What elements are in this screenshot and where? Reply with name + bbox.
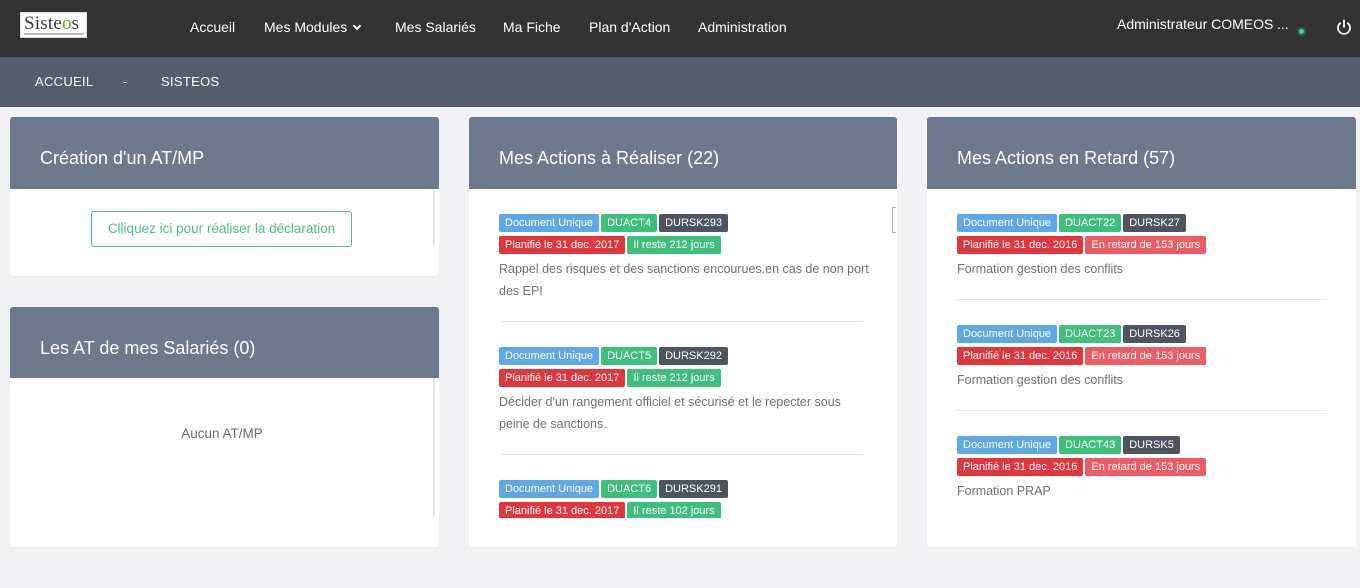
action-tags: Document Unique DUACT4 DURSK293 (499, 214, 730, 232)
panel-title: Mes Actions à Réaliser (22) (499, 148, 720, 168)
type-badge[interactable]: Document Unique (499, 347, 600, 365)
breadcrumb-home[interactable]: ACCUEIL (35, 74, 93, 89)
risk-code-badge[interactable]: DURSK293 (659, 214, 728, 232)
type-badge[interactable]: Document Unique (499, 214, 600, 232)
user-name[interactable]: Administrateur COMEOS (1117, 16, 1273, 32)
panel-title: Mes Actions en Retard (57) (957, 148, 1176, 168)
late-days-badge: En retard de 153 jours (1085, 236, 1207, 254)
action-dates: Planifié le 31 dec. 2017 Il reste 102 jou… (499, 502, 723, 518)
sisteos-logo[interactable]: Sisteos (20, 12, 87, 38)
nav-mes-salaries[interactable]: Mes Salariés (395, 19, 476, 35)
action-description: Décider d'un rangement officiel et sécur… (499, 395, 841, 431)
declare-button[interactable]: Clliquez ici pour réaliser la déclaratio… (91, 211, 352, 247)
panel-header: Mes Actions en Retard (57) (927, 117, 1356, 189)
action-code-badge[interactable]: DUACT23 (1059, 325, 1122, 343)
action-tags: Document Unique DUACT5 DURSK292 (499, 347, 730, 365)
late-actions-list[interactable]: Document Unique DUACT22 DURSK27 Planifié l… (927, 189, 1356, 547)
nav-accueil[interactable]: Accueil (190, 19, 235, 35)
action-tags: Document Unique DUACT43 DURSK5 (957, 436, 1182, 454)
panel-actions-en-retard: Mes Actions en Retard (57) Document Uniq… (927, 117, 1356, 547)
planned-date-badge: Planifié le 31 dec. 2016 (957, 236, 1084, 254)
action-dates: Planifié le 31 dec. 2017 Il reste 212 jou… (499, 236, 723, 254)
remaining-days-badge: Il reste 212 jours (627, 236, 721, 254)
action-dates: Planifié le 31 dec. 2017 Il reste 212 jou… (499, 369, 723, 387)
scrollbar[interactable] (433, 189, 435, 246)
action-code-badge[interactable]: DUACT22 (1059, 214, 1122, 232)
action-tags: Document Unique DUACT22 DURSK27 (957, 214, 1188, 232)
panel-body: Aucun AT/MP (10, 378, 439, 547)
divider (499, 321, 862, 322)
panel-title: Les AT de mes Salariés (0) (40, 338, 256, 358)
breadcrumb-separator: - (123, 74, 128, 89)
action-tags: Document Unique DUACT6 DURSK291 (499, 480, 730, 498)
planned-date-badge: Planifié le 31 dec. 2017 (499, 236, 626, 254)
action-code-badge[interactable]: DUACT43 (1059, 436, 1122, 454)
nav-mes-modules[interactable]: Mes Modules (264, 19, 362, 35)
scrollbar[interactable] (433, 378, 435, 517)
action-code-badge[interactable]: DUACT6 (601, 480, 658, 498)
type-badge[interactable]: Document Unique (957, 214, 1058, 232)
nav-ma-fiche[interactable]: Ma Fiche (503, 19, 561, 35)
panel-header: Mes Actions à Réaliser (22) (469, 117, 897, 189)
risk-code-badge[interactable]: DURSK292 (659, 347, 728, 365)
logo-underline (24, 33, 84, 35)
panel-title: Création d'un AT/MP (40, 148, 205, 168)
type-badge[interactable]: Document Unique (957, 436, 1058, 454)
risk-code-badge[interactable]: DURSK27 (1123, 214, 1186, 232)
panel-at-salaries: Les AT de mes Salariés (0) Aucun AT/MP (10, 307, 439, 547)
panel-body: Clliquez ici pour réaliser la déclaratio… (10, 189, 439, 276)
action-description: Rappel des risques et des sanctions enco… (499, 262, 869, 298)
risk-code-badge[interactable]: DURSK26 (1123, 325, 1186, 343)
panel-creation-atmp: Création d'un AT/MP Clliquez ici pour ré… (10, 117, 439, 276)
action-code-badge[interactable]: DUACT4 (601, 214, 658, 232)
type-badge[interactable]: Document Unique (957, 325, 1058, 343)
actions-list[interactable]: Document Unique DUACT4 DURSK293 Planifié l… (469, 189, 897, 518)
nav-plan-action[interactable]: Plan d'Action (589, 19, 670, 35)
remaining-days-badge: Il reste 102 jours (627, 502, 721, 518)
action-tags: Document Unique DUACT23 DURSK26 (957, 325, 1188, 343)
action-dates: Planifié le 31 dec. 2016 En retard de 153… (957, 347, 1208, 365)
online-status-icon (1297, 27, 1306, 36)
chevron-down-icon (353, 21, 362, 31)
panel-header: Création d'un AT/MP (10, 117, 439, 189)
panel-header: Les AT de mes Salariés (0) (10, 307, 439, 378)
empty-state-text: Aucun AT/MP (181, 426, 263, 441)
logo-text: Sisteos (24, 13, 80, 34)
breadcrumb-current: SISTEOS (161, 74, 220, 89)
breadcrumb: ACCUEIL - SISTEOS (0, 57, 1360, 107)
late-days-badge: En retard de 153 jours (1085, 347, 1207, 365)
action-dates: Planifié le 31 dec. 2016 En retard de 153… (957, 458, 1208, 476)
late-days-badge: En retard de 153 jours (1085, 458, 1207, 476)
top-navbar: Sisteos Accueil Mes Modules Mes Salariés… (0, 0, 1360, 57)
divider (957, 299, 1327, 300)
action-description: Formation PRAP (957, 484, 1051, 498)
panel-actions-a-realiser: Mes Actions à Réaliser (22) Document Uni… (469, 117, 897, 547)
risk-code-badge[interactable]: DURSK5 (1123, 436, 1180, 454)
planned-date-badge: Planifié le 31 dec. 2017 (499, 369, 626, 387)
planned-date-badge: Planifié le 31 dec. 2016 (957, 347, 1084, 365)
nav-administration[interactable]: Administration (698, 19, 787, 35)
remaining-days-badge: Il reste 212 jours (627, 369, 721, 387)
nav-mes-modules-label: Mes Modules (264, 19, 348, 35)
risk-code-badge[interactable]: DURSK291 (659, 480, 728, 498)
action-description: Formation gestion des conflits (957, 373, 1124, 387)
planned-date-badge: Planifié le 31 dec. 2017 (499, 502, 626, 518)
divider (957, 410, 1327, 411)
planned-date-badge: Planifié le 31 dec. 2016 (957, 458, 1084, 476)
action-dates: Planifié le 31 dec. 2016 En retard de 153… (957, 236, 1208, 254)
divider (499, 454, 862, 455)
action-code-badge[interactable]: DUACT5 (601, 347, 658, 365)
user-more-ellipsis[interactable]: ... (1277, 16, 1289, 32)
power-icon[interactable] (1336, 19, 1352, 36)
type-badge[interactable]: Document Unique (499, 480, 600, 498)
scrollbar-handle[interactable] (892, 207, 896, 233)
action-description: Formation gestion des conflits (957, 262, 1124, 276)
